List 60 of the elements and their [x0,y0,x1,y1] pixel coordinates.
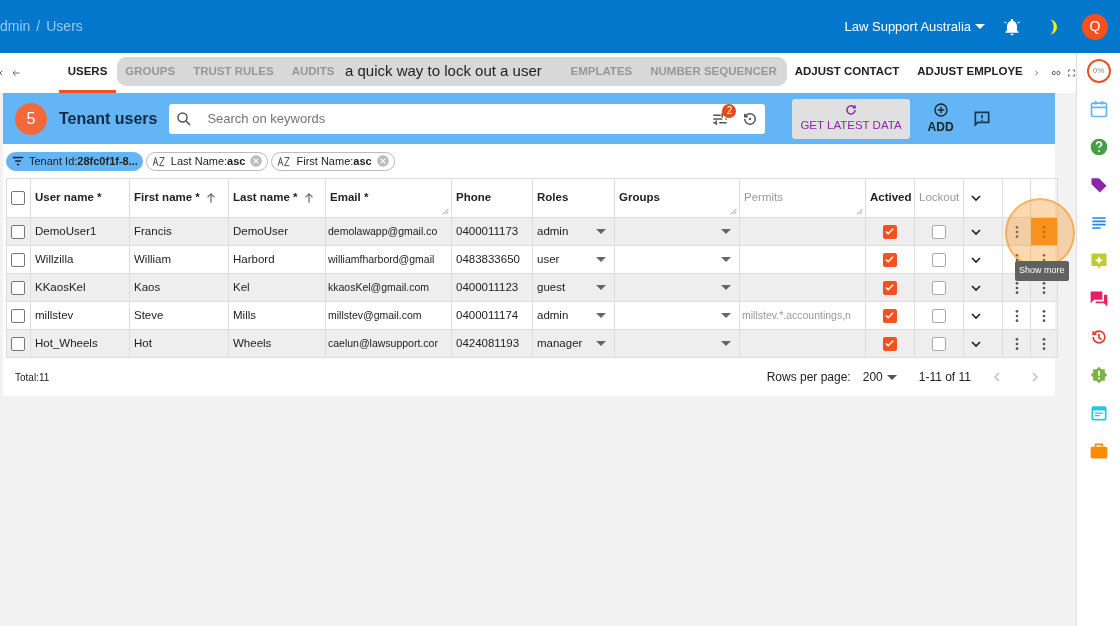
table-cell: Mills [233,308,256,321]
filter-chip[interactable]: Tenant Id:28fc0f1f-8... [6,151,143,171]
column-header[interactable]: Phone [451,178,533,218]
table-cell: Hot_Wheels [35,336,98,349]
column-header[interactable]: Actived [865,178,915,218]
table-cell: Hot [134,336,152,349]
table-cell: Wheels [233,336,272,349]
tab[interactable]: ADJUST EMPLOYE [908,53,1032,93]
column-header[interactable]: Roles [532,178,615,218]
refresh-button[interactable]: GET LATEST DATA [792,98,910,139]
column-label: User name * [35,191,102,204]
column-header[interactable]: Email * [325,178,452,218]
count-badge: 2 [722,103,737,118]
column-label: Actived [870,191,912,204]
table-cell: KKaosKel [35,280,86,293]
table-cell: caelun@lawsupport.cor [328,336,438,349]
breadcrumb-separator: / [36,17,41,36]
table-cell: Francis [134,224,172,237]
table-cell: 0400011123 [456,280,519,293]
table-cell: Harbord [233,252,275,265]
table-cell: Willzilla [35,252,74,265]
table-cell: Kaos [134,280,161,293]
tooltip: Show more [1015,261,1069,281]
table-cell: Steve [134,308,164,321]
column-label: Groups [619,191,660,204]
table-cell: millstev [35,308,74,321]
add-button[interactable]: ADD [921,100,960,137]
tab[interactable]: ADJUST CONTACT [785,53,909,93]
search-bar[interactable]: Search on keywords 2 [169,103,766,134]
step-badge: 5 [15,102,47,135]
column-label: Lockout [919,191,960,204]
column-header[interactable]: Last name * [228,178,326,218]
column-header[interactable]: Groups [614,178,740,218]
table-cell: demolawapp@gmail.co [328,224,438,237]
rows-per-page-select[interactable]: 200 [862,368,901,386]
table-cell: 0400011174 [456,308,519,321]
column-label: Permits [744,191,783,204]
column-label: Email * [330,191,369,204]
column-label: First name * [134,191,200,204]
table-cell: millstev@gmail.com [328,308,422,321]
page-range: 1-11 of 11 [918,369,971,386]
column-label: Roles [537,191,569,204]
table-cell: DemoUser [233,224,288,237]
table-cell: williamfharbord@gmail [328,252,435,265]
column-header[interactable]: First name * [129,178,229,218]
total-count: Total:11 [15,370,50,385]
panel-title: Tenant users [59,108,158,129]
table-cell: 0400011173 [456,224,519,237]
table-cell: Kel [233,280,250,293]
table-cell: DemoUser1 [35,224,97,237]
table-cell: 0483833650 [456,252,520,265]
progress-ring: 0% [1086,59,1111,83]
column-header[interactable]: User name * [30,178,130,218]
org-dropdown[interactable]: Law Support Australia [843,15,990,38]
table-cell: kkaosKel@gmail.com [328,280,430,293]
table-cell: 0424081193 [456,336,520,349]
column-label: Last name * [233,191,298,204]
table-cell: William [134,252,172,265]
column-label: Phone [456,191,492,204]
rows-per-page-label: Rows per page: [766,369,851,386]
